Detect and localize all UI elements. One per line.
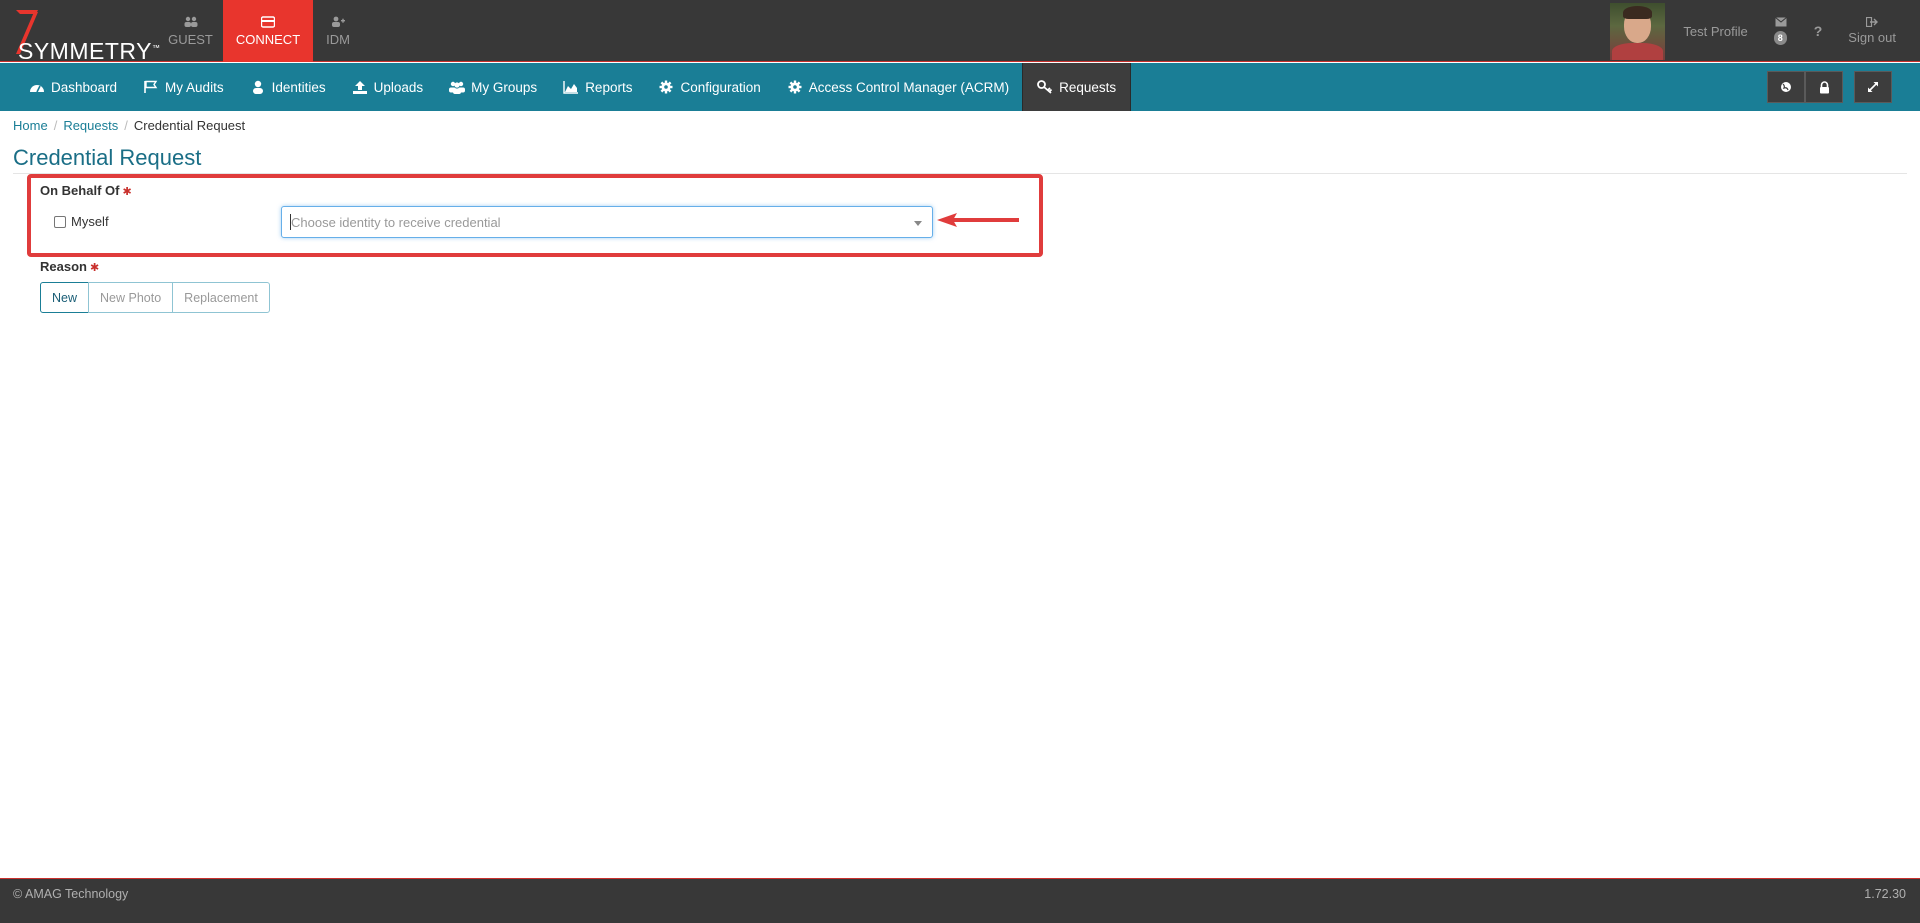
user-icon: [252, 80, 263, 94]
profile-area: Test Profile 8 ? Sign out: [1610, 0, 1920, 62]
reason-option-new-photo[interactable]: New Photo: [88, 282, 174, 313]
sign-out-button[interactable]: Sign out: [1848, 17, 1896, 45]
top-header: SYMMETRY™ GUEST CONNECT IDM Test Profile…: [0, 0, 1920, 64]
group-icon: [449, 81, 466, 94]
users-icon: [184, 16, 197, 27]
myself-checkbox[interactable]: [54, 215, 66, 228]
main-navbar: Dashboard My Audits Identities Uploads M…: [0, 63, 1920, 111]
reason-option-replacement[interactable]: Replacement: [172, 282, 270, 313]
breadcrumb-separator: /: [53, 118, 58, 133]
area-chart-icon: [563, 81, 579, 94]
lock-icon: [1819, 80, 1829, 93]
key-icon: [1037, 80, 1053, 94]
upload-icon: [352, 81, 367, 94]
dashboard-icon: [30, 85, 44, 93]
nav-dashboard-label: Dashboard: [51, 79, 118, 95]
logo-text: SYMMETRY™: [18, 38, 161, 64]
copyright-text: © AMAG Technology: [13, 887, 129, 901]
nav-reports-label: Reports: [585, 79, 633, 95]
gear-icon: [788, 80, 802, 94]
myself-label: Myself: [71, 214, 109, 229]
app-idm[interactable]: IDM: [313, 0, 363, 62]
nav-uploads-label: Uploads: [373, 79, 424, 95]
message-count-badge: 8: [1773, 31, 1787, 45]
card-icon: [261, 15, 275, 28]
nav-identities-label: Identities: [271, 79, 326, 95]
expand-icon: [1867, 81, 1879, 93]
user-plus-icon: [332, 16, 345, 27]
sign-out-label: Sign out: [1848, 30, 1896, 45]
messages-button[interactable]: 8: [1766, 11, 1796, 51]
app-guest[interactable]: GUEST: [158, 0, 223, 62]
annotation-arrow: [937, 213, 1019, 227]
lock-button[interactable]: [1805, 71, 1843, 103]
required-mark: ✱: [89, 262, 100, 274]
required-mark: ✱: [122, 186, 132, 198]
footer: © AMAG Technology 1.72.30: [0, 878, 1920, 923]
nav-acrm-label: Access Control Manager (ACRM): [808, 79, 1010, 95]
profile-name[interactable]: Test Profile: [1683, 24, 1747, 39]
nav-uploads[interactable]: Uploads: [339, 63, 437, 111]
avatar[interactable]: [1610, 2, 1666, 60]
main-nav: Dashboard My Audits Identities Uploads M…: [16, 63, 1132, 111]
version-text: 1.72.30: [1864, 887, 1906, 901]
chevron-down-icon[interactable]: [914, 221, 922, 226]
sign-out-icon: [1866, 17, 1879, 27]
nav-my-groups-label: My Groups: [471, 79, 538, 95]
envelope-icon: [1774, 17, 1787, 27]
page-title: Credential Request: [13, 145, 202, 170]
nav-requests[interactable]: Requests: [1022, 63, 1132, 111]
fullscreen-button[interactable]: [1854, 71, 1892, 103]
globe-icon: [1781, 82, 1791, 92]
app-connect-label: CONNECT: [235, 31, 301, 47]
reason-options: New New Photo Replacement: [40, 282, 270, 313]
nav-my-audits[interactable]: My Audits: [130, 63, 237, 111]
breadcrumb-home[interactable]: Home: [13, 118, 48, 133]
nav-tools: [1767, 71, 1892, 103]
nav-my-audits-label: My Audits: [165, 79, 224, 95]
help-button[interactable]: ?: [1814, 23, 1823, 39]
app-guest-label: GUEST: [168, 31, 213, 47]
nav-my-groups[interactable]: My Groups: [436, 63, 550, 111]
reason-option-new[interactable]: New: [40, 282, 90, 313]
nav-acrm[interactable]: Access Control Manager (ACRM): [774, 63, 1022, 111]
nav-reports[interactable]: Reports: [550, 63, 645, 111]
breadcrumb-current: Credential Request: [133, 118, 246, 133]
nav-configuration-label: Configuration: [680, 79, 761, 95]
app-switcher: GUEST CONNECT IDM: [158, 0, 363, 62]
flag-icon: [144, 80, 158, 93]
nav-dashboard[interactable]: Dashboard: [16, 63, 130, 111]
app-idm-label: IDM: [326, 31, 350, 47]
identity-select-placeholder: Choose identity to receive credential: [291, 215, 501, 230]
breadcrumb: Home / Requests / Credential Request: [13, 118, 245, 133]
breadcrumb-requests[interactable]: Requests: [63, 118, 118, 133]
nav-requests-label: Requests: [1059, 79, 1117, 95]
myself-checkbox-row[interactable]: Myself: [54, 214, 109, 229]
symmetry-logo[interactable]: SYMMETRY™: [6, 4, 160, 64]
identity-select[interactable]: Choose identity to receive credential: [281, 206, 933, 238]
nav-identities[interactable]: Identities: [237, 63, 339, 111]
reason-label: Reason ✱: [40, 259, 100, 274]
globe-button[interactable]: [1767, 71, 1805, 103]
app-connect[interactable]: CONNECT: [223, 0, 313, 62]
nav-configuration[interactable]: Configuration: [645, 63, 773, 111]
gear-icon: [659, 80, 673, 94]
breadcrumb-separator: /: [124, 118, 128, 133]
on-behalf-of-label: On Behalf Of ✱: [40, 183, 132, 198]
